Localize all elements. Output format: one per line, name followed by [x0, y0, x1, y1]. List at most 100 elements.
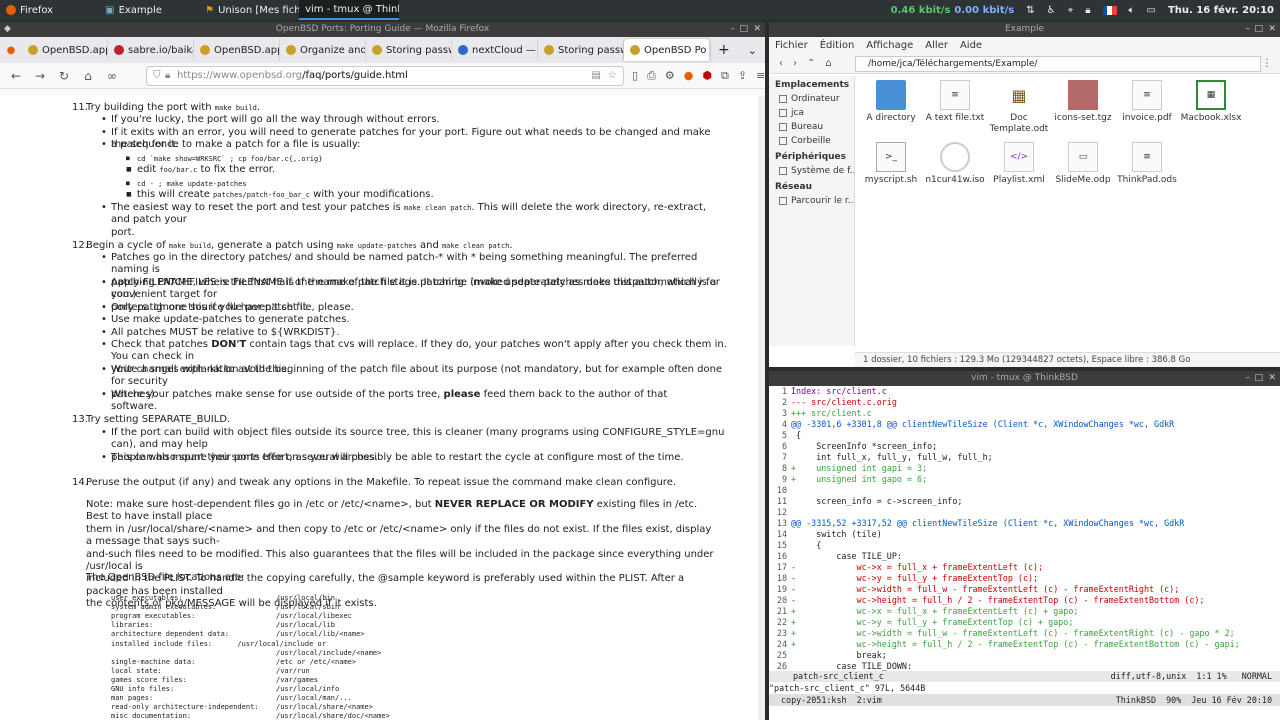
- task-example[interactable]: ▣ Example: [99, 0, 199, 20]
- volume-icon[interactable]: 🔈︎: [1129, 5, 1135, 16]
- file-item[interactable]: icons-set.tgz: [1051, 80, 1115, 124]
- menu-3[interactable]: Aller: [925, 40, 948, 51]
- list-item: Where your patches make sense for use ou…: [101, 389, 711, 414]
- minimize-icon[interactable]: –: [731, 22, 736, 37]
- sidebar-item[interactable]: jca: [769, 106, 854, 120]
- home-icon[interactable]: ⌂: [80, 69, 96, 83]
- accessibility-icon[interactable]: ♿: [1047, 5, 1056, 16]
- extension-icon[interactable]: ∞: [104, 69, 120, 83]
- path-field[interactable]: /home/jca/Téléchargements/Example/: [855, 56, 1261, 72]
- file-item[interactable]: ▦ Doc Template.odt: [987, 80, 1051, 135]
- task-unison[interactable]: ⚑Unison [Mes fichie...: [199, 0, 299, 20]
- sidebar-item[interactable]: Ordinateur: [769, 92, 854, 106]
- file-item[interactable]: ≡ invoice.pdf: [1115, 80, 1179, 124]
- list-item: Only patch one source file per patch fil…: [101, 302, 711, 315]
- file-item[interactable]: >_ myscript.sh: [859, 142, 923, 186]
- lock-icon[interactable]: 🔒︎: [1085, 5, 1090, 16]
- file-item[interactable]: ≡ ThinkPad.ods: [1115, 142, 1179, 186]
- ublock-icon[interactable]: ⬢: [702, 69, 712, 83]
- share-icon[interactable]: ⇪: [738, 69, 747, 83]
- new-tab-button[interactable]: +: [718, 42, 730, 58]
- reader-view-icon[interactable]: ▤: [592, 67, 601, 85]
- menu-4[interactable]: Aide: [960, 40, 982, 51]
- file-item[interactable]: ≡ A text file.txt: [923, 80, 987, 124]
- forward-icon[interactable]: ›: [793, 58, 797, 69]
- line-text: + wc->width = full_w - frameExtentLeft (…: [791, 628, 1235, 638]
- code-line: 3 +++ src/client.c: [771, 408, 1280, 419]
- file-item[interactable]: ▭ SlideMe.odp: [1051, 142, 1115, 186]
- location-path: /usr/local/share/doc/<name>: [276, 712, 390, 720]
- menu-icon[interactable]: ≡: [756, 69, 765, 83]
- list-tabs-icon[interactable]: ⌄: [748, 44, 757, 57]
- tab-3[interactable]: OpenBSD.app: [194, 39, 280, 61]
- file-name: icons-set.tgz: [1054, 113, 1112, 123]
- firefox-account-icon[interactable]: ●: [684, 69, 694, 83]
- list-item: the sequence to make a patch for a file …: [101, 139, 711, 152]
- minimize-icon[interactable]: –: [1246, 371, 1251, 386]
- close-icon[interactable]: ✕: [1268, 22, 1276, 37]
- clock[interactable]: Thu. 16 févr. 20:10: [1168, 5, 1274, 16]
- network-icon[interactable]: ⇅: [1026, 5, 1034, 16]
- url-bar[interactable]: ⛉ 🔒︎ https://www.openbsd.org/faq/ports/g…: [146, 66, 624, 86]
- table-row: games score files:/var/games: [111, 674, 531, 684]
- code-line: 18 - wc->y = full_y + frameExtentTop (c);: [771, 573, 1280, 584]
- extensions-icon[interactable]: ⧉: [721, 69, 729, 83]
- file-name: Macbook.xlsx: [1180, 113, 1242, 123]
- line-number: 20: [776, 595, 787, 605]
- sidebar-item[interactable]: Système de f...: [769, 164, 854, 178]
- line-number: 16: [776, 551, 787, 561]
- forward-icon[interactable]: →: [32, 69, 48, 83]
- line-text: int full_x, full_y, full_w, full_h;: [791, 452, 993, 462]
- code-line: 7 int full_x, full_y, full_w, full_h;: [771, 452, 1280, 463]
- flag-fr-icon[interactable]: [1102, 5, 1117, 15]
- up-icon[interactable]: ⌃: [807, 58, 815, 69]
- line-number: 18: [776, 573, 787, 583]
- tab-4[interactable]: Organize and s: [280, 39, 366, 61]
- menu-1[interactable]: Édition: [820, 40, 855, 51]
- battery-icon[interactable]: ▭: [1147, 5, 1156, 16]
- close-icon[interactable]: ✕: [1268, 371, 1276, 386]
- firefox-view-icon[interactable]: ●: [0, 45, 22, 56]
- sidebar-icon[interactable]: ▯: [632, 69, 638, 83]
- reload-icon[interactable]: ↻: [56, 69, 72, 83]
- tab-7[interactable]: Storing password: [538, 39, 624, 61]
- tab-1[interactable]: OpenBSD.app: [22, 39, 108, 61]
- container-icon[interactable]: ⚙: [665, 69, 675, 83]
- window-menu-icon[interactable]: ◆: [4, 22, 11, 37]
- file-item[interactable]: n1cur41w.iso: [923, 142, 987, 186]
- back-icon[interactable]: ‹: [779, 58, 783, 69]
- minimize-icon[interactable]: –: [1246, 22, 1251, 37]
- back-icon[interactable]: ←: [8, 69, 24, 83]
- vim-buffer[interactable]: 1 Index: src/client.c 2 --- src/client.c.or…: [769, 386, 1280, 682]
- file-item[interactable]: ▦ Macbook.xlsx: [1179, 80, 1243, 124]
- view-toggle-icon[interactable]: ⋮: [1262, 58, 1272, 69]
- favicon-icon: [286, 45, 296, 55]
- file-item[interactable]: A directory: [859, 80, 923, 124]
- task-vim[interactable]: vim - tmux @ Think...: [299, 0, 400, 20]
- menu-0[interactable]: Fichier: [775, 40, 808, 51]
- launcher-firefox[interactable]: Firefox: [0, 0, 59, 20]
- tab-6[interactable]: nextCloud — vdirs: [452, 39, 538, 61]
- fm-menubar: Fichier Édition Affichage Aller Aide: [769, 37, 1280, 54]
- sidebar-item[interactable]: Bureau: [769, 120, 854, 134]
- tab-5[interactable]: Storing passw: [366, 39, 452, 61]
- bookmark-star-icon[interactable]: ☆: [608, 67, 617, 85]
- location-icon[interactable]: ⌖: [1068, 5, 1074, 16]
- doc-icon: ▦: [1011, 85, 1027, 105]
- maximize-icon[interactable]: □: [1254, 22, 1263, 37]
- file-item[interactable]: </> Playlist.xml: [987, 142, 1051, 186]
- page-scrollbar[interactable]: [758, 96, 765, 720]
- tab-2[interactable]: sabre.io/baikal: [108, 39, 194, 61]
- table-row: /usr/local/include/<name>: [111, 647, 531, 657]
- home-icon[interactable]: ⌂: [825, 58, 831, 69]
- screenshot-icon[interactable]: ⎙: [647, 69, 656, 83]
- sidebar-heading: Réseau: [775, 182, 812, 192]
- tab-8[interactable]: OpenBSD Po✕: [624, 39, 710, 61]
- maximize-icon[interactable]: □: [1254, 371, 1263, 386]
- sidebar-item[interactable]: Corbeille: [769, 134, 854, 148]
- maximize-icon[interactable]: □: [739, 22, 748, 37]
- sidebar-item[interactable]: Parcourir le r...: [769, 194, 854, 208]
- menu-2[interactable]: Affichage: [866, 40, 913, 51]
- close-icon[interactable]: ✕: [753, 22, 761, 37]
- line-text: case TILE_UP:: [791, 551, 902, 561]
